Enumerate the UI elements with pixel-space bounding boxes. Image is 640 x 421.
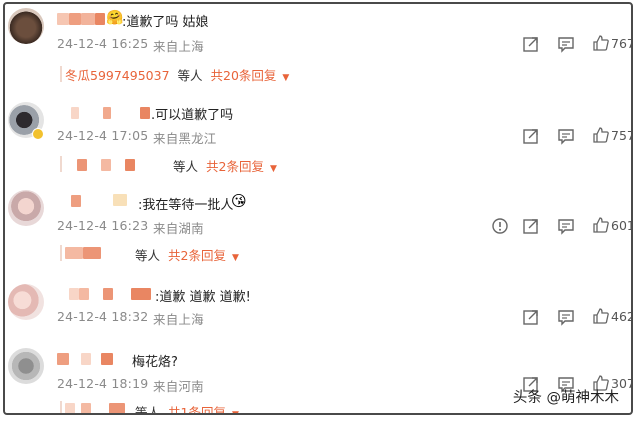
comment-item: .可以道歉了吗 24-12-4 17:05 来自黑龙江 757 等人 共2条回复… bbox=[5, 94, 631, 179]
reply-summary[interactable]: 冬瓜5997495037 等人 共20条回复 ▼ bbox=[65, 65, 289, 83]
caret-down-icon[interactable]: ▼ bbox=[232, 410, 239, 413]
reply-user[interactable]: 冬瓜5997495037 bbox=[65, 68, 170, 83]
caret-down-icon[interactable]: ▼ bbox=[270, 164, 277, 174]
comment-text: .可以道歉了吗 bbox=[151, 108, 234, 123]
comment-text: :道歉 道歉 道歉! bbox=[155, 290, 251, 305]
watermark: 头条 @萌神木木 bbox=[512, 390, 619, 406]
caret-down-icon[interactable]: ▼ bbox=[282, 73, 289, 83]
reply-more[interactable]: 共20条回复 bbox=[211, 68, 277, 83]
username-censored[interactable] bbox=[57, 287, 157, 301]
comment-icon[interactable] bbox=[557, 127, 575, 145]
comment-location: 来自上海 bbox=[153, 312, 204, 327]
thumbs-up-icon[interactable] bbox=[592, 307, 610, 325]
username-censored[interactable] bbox=[57, 352, 117, 366]
comment-time: 24-12-4 17:05 bbox=[57, 128, 149, 143]
comment-text: :道歉了吗 姑娘 bbox=[122, 15, 209, 30]
emoji-icon: 🤗 bbox=[106, 10, 124, 26]
thumbs-up-icon[interactable] bbox=[592, 34, 610, 52]
comment-item: :道歉 道歉 道歉! 24-12-4 18:32 来自上海 462 bbox=[5, 279, 631, 339]
comment-item: 🤗 :道歉了吗 姑娘 24-12-4 16:25 来自上海 767 冬瓜5997… bbox=[5, 4, 631, 86]
comment-text: :我在等待一批人 bbox=[138, 198, 234, 213]
verified-badge-icon bbox=[32, 128, 44, 140]
comment-location: 来自湖南 bbox=[153, 221, 204, 236]
reply-more[interactable]: 共2条回复 bbox=[206, 159, 264, 174]
username-censored[interactable] bbox=[57, 194, 137, 208]
comment-text: 梅花烙? bbox=[132, 355, 178, 370]
reply-etc: 等人 bbox=[135, 248, 161, 263]
reply-summary[interactable]: 等人 共2条回复 ▼ bbox=[135, 245, 239, 263]
comment-time: 24-12-4 18:32 bbox=[57, 309, 149, 324]
reply-summary[interactable]: 等人 共2条回复 ▼ bbox=[173, 156, 277, 174]
like-count: 767 bbox=[611, 36, 633, 51]
comment-icon[interactable] bbox=[557, 217, 575, 235]
comment-time: 24-12-4 16:25 bbox=[57, 36, 149, 51]
avatar[interactable] bbox=[8, 284, 44, 320]
thumbs-up-icon[interactable] bbox=[592, 216, 610, 234]
share-icon[interactable] bbox=[522, 217, 540, 235]
share-icon[interactable] bbox=[522, 35, 540, 53]
report-icon[interactable] bbox=[491, 217, 509, 235]
reply-user-censored[interactable] bbox=[65, 403, 135, 413]
like-count: 462 bbox=[611, 309, 633, 324]
reply-etc: 等人 bbox=[173, 159, 199, 174]
like-count: 601 bbox=[611, 218, 633, 233]
reply-more[interactable]: 共1条回复 bbox=[168, 405, 226, 413]
share-icon[interactable] bbox=[522, 127, 540, 145]
like-count: 757 bbox=[611, 128, 633, 143]
reply-etc: 等人 bbox=[177, 68, 203, 83]
username-censored[interactable] bbox=[57, 106, 152, 120]
comment-time: 24-12-4 18:19 bbox=[57, 376, 149, 391]
reply-etc: 等人 bbox=[135, 405, 161, 415]
avatar[interactable] bbox=[8, 348, 44, 384]
share-icon[interactable] bbox=[522, 308, 540, 326]
comment-location: 来自河南 bbox=[153, 379, 204, 394]
reply-user-censored[interactable] bbox=[77, 159, 167, 171]
comment-location: 来自上海 bbox=[153, 39, 204, 54]
reply-more[interactable]: 共2条回复 bbox=[168, 248, 226, 263]
comment-location: 来自黑龙江 bbox=[153, 131, 217, 146]
comment-time: 24-12-4 16:23 bbox=[57, 218, 149, 233]
reply-user-censored[interactable] bbox=[65, 247, 135, 259]
avatar[interactable] bbox=[8, 8, 44, 44]
comment-icon[interactable] bbox=[557, 35, 575, 53]
emoji-icon: 😘 bbox=[231, 192, 247, 210]
comment-icon[interactable] bbox=[557, 308, 575, 326]
avatar[interactable] bbox=[8, 190, 44, 226]
caret-down-icon[interactable]: ▼ bbox=[232, 253, 239, 263]
comment-list: 🤗 :道歉了吗 姑娘 24-12-4 16:25 来自上海 767 冬瓜5997… bbox=[3, 2, 633, 415]
reply-summary[interactable]: 等人 共1条回复 ▼ bbox=[135, 402, 239, 415]
comment-item: :我在等待一批人 😘 24-12-4 16:23 来自湖南 601 等人 共2条… bbox=[5, 184, 631, 274]
thumbs-up-icon[interactable] bbox=[592, 126, 610, 144]
